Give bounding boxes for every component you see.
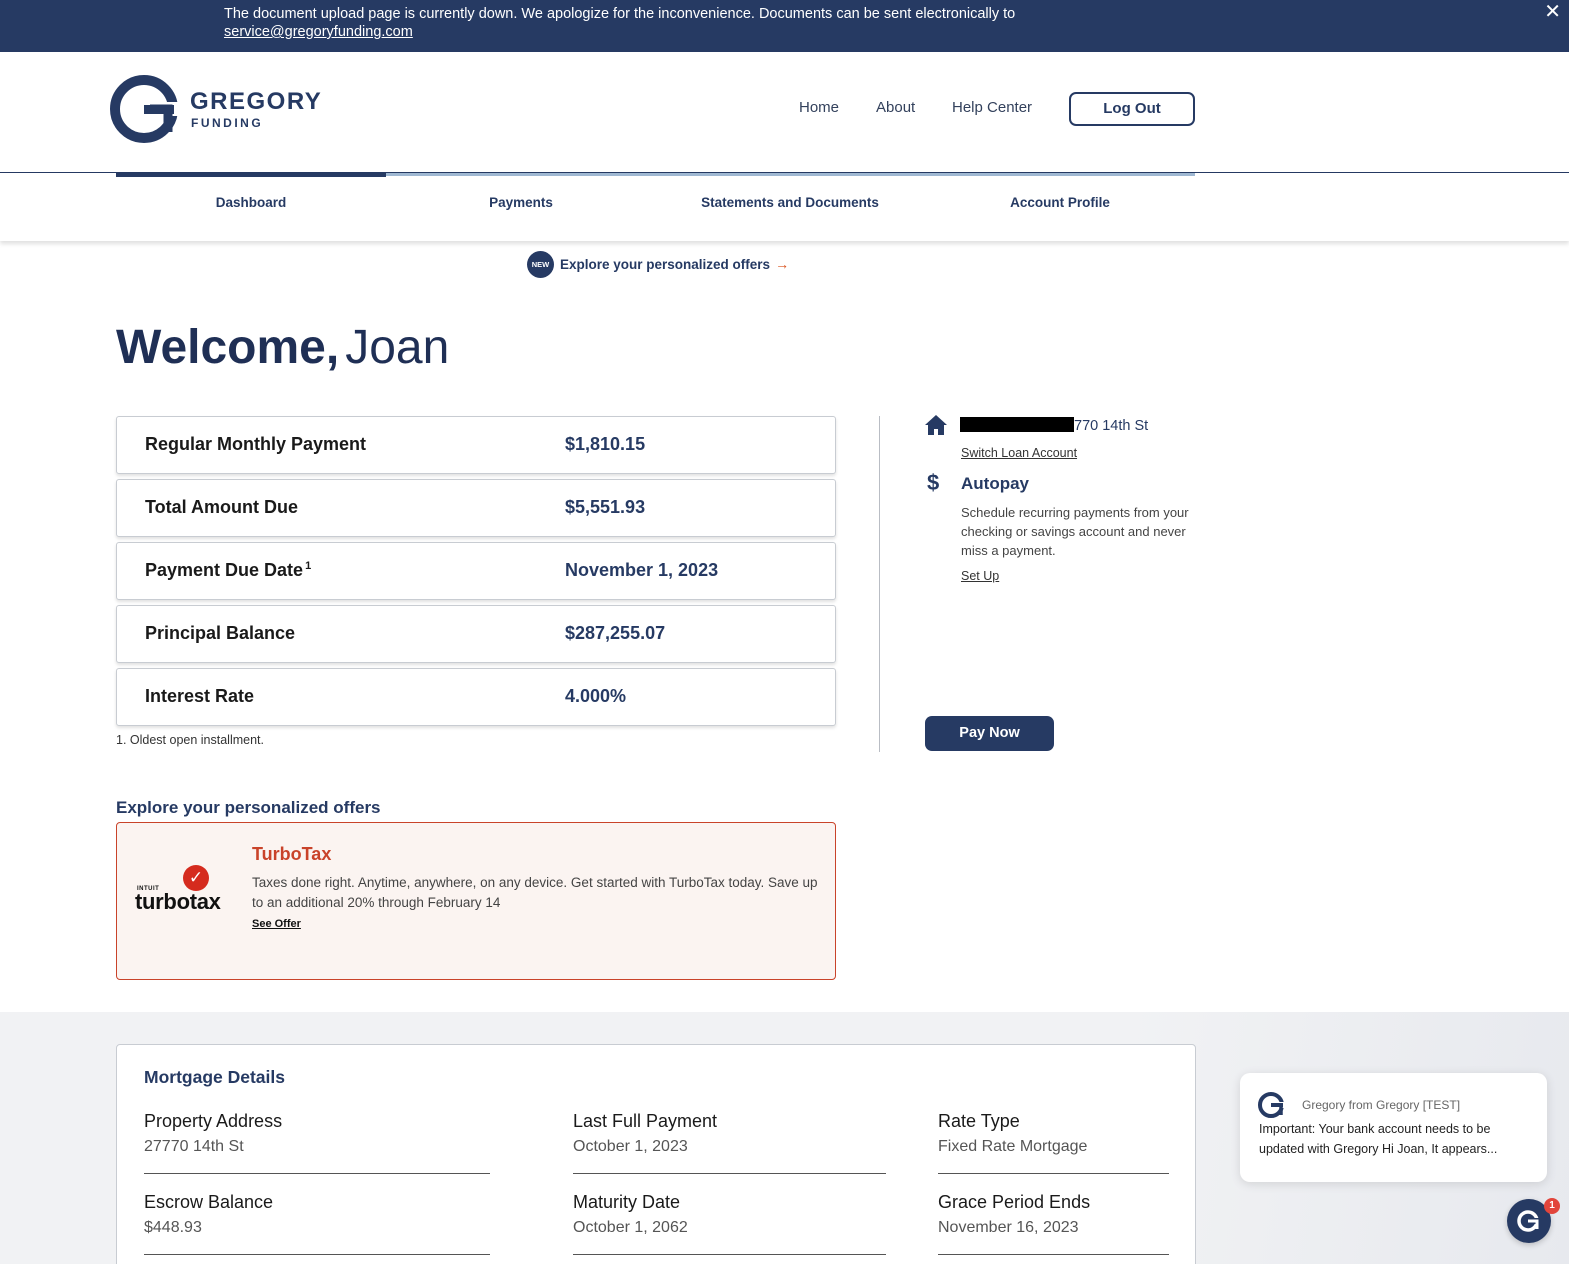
turbotax-logo-wordmark: turbotax bbox=[135, 889, 221, 914]
stat-card: Total Amount Due $5,551.93 bbox=[116, 479, 836, 537]
redacted-address-block bbox=[960, 417, 1074, 432]
stat-label-text: Principal Balance bbox=[145, 623, 296, 643]
detail-label: Grace Period Ends bbox=[938, 1192, 1091, 1212]
detail-value: 27770 14th St bbox=[144, 1138, 244, 1155]
autopay-setup-link[interactable]: Set Up bbox=[961, 569, 999, 583]
tab-payments[interactable]: Payments bbox=[386, 195, 656, 210]
stat-value: $1,810.15 bbox=[565, 434, 646, 454]
detail-field: Rate Type Fixed Rate Mortgage bbox=[938, 1111, 1169, 1174]
stat-value: 4.000% bbox=[565, 686, 627, 706]
g-logo-icon bbox=[110, 75, 178, 143]
stat-card: Regular Monthly Payment $1,810.15 bbox=[116, 416, 836, 474]
alert-message: The document upload page is currently do… bbox=[224, 6, 1016, 22]
logout-button[interactable]: Log Out bbox=[1069, 92, 1195, 126]
dollar-icon: $ bbox=[927, 470, 940, 495]
chat-message-text: Important: Your bank account needs to be… bbox=[1259, 1122, 1498, 1156]
footnote-marker: 1 bbox=[305, 560, 312, 572]
offer-title: TurboTax bbox=[252, 844, 332, 864]
checkmark-icon: ✓ bbox=[183, 865, 209, 891]
welcome-heading: Welcome, Joan bbox=[116, 320, 449, 375]
stat-label: Interest Rate bbox=[145, 686, 254, 707]
nav-help-center[interactable]: Help Center bbox=[952, 99, 1032, 116]
alert-banner: The document upload page is currently do… bbox=[0, 0, 1569, 52]
welcome-greeting: Welcome, bbox=[116, 321, 340, 374]
stat-label-text: Payment Due Date bbox=[145, 560, 304, 580]
vertical-divider bbox=[879, 416, 880, 752]
detail-field: Property Address 27770 14th St bbox=[144, 1111, 490, 1174]
stat-label: Regular Monthly Payment bbox=[145, 434, 366, 455]
turbotax-offer-card: ✓ INTUIT turbotax TurboTax Taxes done ri… bbox=[116, 822, 836, 980]
stat-value: $5,551.93 bbox=[565, 497, 646, 517]
nav-about[interactable]: About bbox=[876, 99, 915, 116]
gregory-funding-logo[interactable]: GREGORY FUNDING bbox=[110, 72, 323, 146]
detail-label: Maturity Date bbox=[573, 1192, 681, 1212]
stat-label: Total Amount Due bbox=[145, 497, 298, 518]
arrow-right-icon: → bbox=[775, 256, 790, 272]
stat-card: Payment Due Date 1 November 1, 2023 bbox=[116, 542, 836, 600]
detail-label: Last Full Payment bbox=[573, 1111, 718, 1131]
house-icon bbox=[925, 415, 947, 435]
chat-message-preview[interactable]: Gregory from Gregory [TEST] Important: Y… bbox=[1240, 1073, 1547, 1182]
g-logo-icon bbox=[1258, 1092, 1285, 1118]
stat-label: Principal Balance bbox=[145, 623, 295, 644]
stat-value: $287,255.07 bbox=[565, 623, 666, 643]
tab-active-indicator bbox=[116, 173, 386, 177]
detail-value: October 1, 2062 bbox=[573, 1219, 688, 1236]
offer-description: Taxes done right. Anytime, anywhere, on … bbox=[252, 875, 818, 910]
stat-card: Principal Balance $287,255.07 bbox=[116, 605, 836, 663]
detail-value: October 1, 2023 bbox=[573, 1138, 688, 1155]
tab-dashboard[interactable]: Dashboard bbox=[116, 195, 386, 210]
new-badge: NEW bbox=[527, 250, 554, 278]
logo-wordmark-gregory: GREGORY bbox=[190, 88, 323, 115]
stat-value: November 1, 2023 bbox=[565, 560, 719, 580]
detail-value: $448.93 bbox=[144, 1219, 202, 1236]
tab-statements-and-documents[interactable]: Statements and Documents bbox=[655, 195, 925, 210]
mortgage-details-card: Mortgage Details Property Address 27770 … bbox=[116, 1044, 1196, 1264]
detail-label: Escrow Balance bbox=[144, 1192, 274, 1212]
detail-field: Escrow Balance $448.93 bbox=[144, 1192, 490, 1255]
offers-heading: Explore your personalized offers bbox=[116, 798, 381, 817]
tab-account-profile[interactable]: Account Profile bbox=[925, 195, 1195, 210]
stat-label-text: Interest Rate bbox=[145, 686, 255, 706]
personalized-offers-link[interactable]: NEW Explore your personalized offers → bbox=[527, 250, 789, 278]
welcome-name: Joan bbox=[345, 321, 450, 374]
site-header: GREGORY FUNDING Home About Help Center L… bbox=[0, 52, 1569, 173]
detail-field: Maturity Date October 1, 2062 bbox=[573, 1192, 886, 1255]
footnote: 1. Oldest open installment. bbox=[116, 733, 264, 747]
stat-card: Interest Rate 4.000% bbox=[116, 668, 836, 726]
stat-label-text: Regular Monthly Payment bbox=[145, 434, 367, 454]
switch-loan-account-link[interactable]: Switch Loan Account bbox=[961, 446, 1077, 460]
pay-now-button[interactable]: Pay Now bbox=[925, 716, 1054, 751]
autopay-title: Autopay bbox=[961, 474, 1029, 493]
stat-label-text: Total Amount Due bbox=[145, 497, 298, 517]
main-tabs: Dashboard Payments Statements and Docume… bbox=[0, 173, 1569, 241]
autopay-description: Schedule recurring payments from your ch… bbox=[961, 505, 1189, 558]
detail-field: Grace Period Ends November 16, 2023 bbox=[938, 1192, 1169, 1255]
logo-wordmark-funding: FUNDING bbox=[191, 116, 264, 130]
detail-value: November 16, 2023 bbox=[938, 1219, 1079, 1236]
chat-sender: Gregory from Gregory [TEST] bbox=[1302, 1098, 1461, 1112]
detail-label: Rate Type bbox=[938, 1111, 1020, 1131]
loan-property-address: 770 14th St bbox=[1074, 418, 1149, 434]
nav-home[interactable]: Home bbox=[799, 99, 839, 116]
alert-message-block: The document upload page is currently do… bbox=[224, 5, 1224, 41]
stat-label: Payment Due Date 1 bbox=[145, 560, 311, 581]
turbotax-logo: ✓ INTUIT turbotax bbox=[135, 865, 235, 915]
detail-value: Fixed Rate Mortgage bbox=[938, 1138, 1088, 1155]
unread-count-badge: 1 bbox=[1544, 1198, 1560, 1214]
detail-field: Last Full Payment October 1, 2023 bbox=[573, 1111, 886, 1174]
close-icon[interactable]: ✕ bbox=[1544, 2, 1561, 22]
detail-label: Property Address bbox=[144, 1111, 283, 1131]
alert-email-link[interactable]: service@gregoryfunding.com bbox=[224, 23, 1224, 41]
personalized-offers-label: Explore your personalized offers bbox=[560, 256, 771, 272]
see-offer-link[interactable]: See Offer bbox=[252, 918, 301, 930]
mortgage-details-title: Mortgage Details bbox=[144, 1067, 285, 1087]
